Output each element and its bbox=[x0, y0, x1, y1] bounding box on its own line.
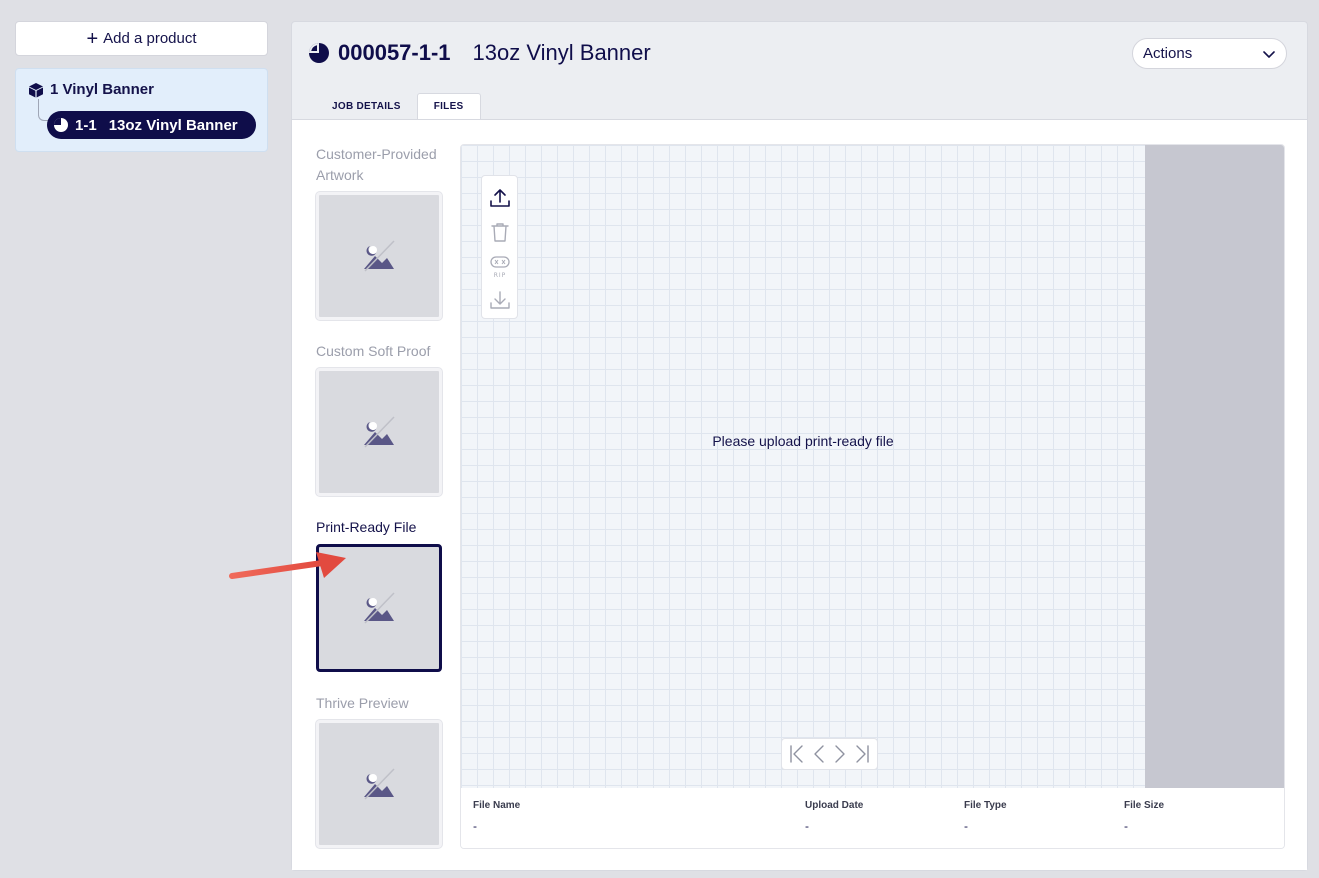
product-tree: 1 Vinyl Banner 1-1 13oz Vinyl Banner bbox=[15, 68, 268, 152]
file-size-column: File Size - bbox=[1124, 800, 1164, 833]
chevron-left-icon bbox=[813, 745, 824, 763]
download-icon bbox=[489, 291, 510, 309]
last-page-icon bbox=[856, 745, 869, 763]
tree-root-item[interactable]: 1 Vinyl Banner bbox=[28, 81, 154, 98]
thumb-soft-proof[interactable] bbox=[316, 368, 442, 496]
chevron-right-icon bbox=[835, 745, 846, 763]
thumb-label-customer-artwork: Customer-Provided Artwork bbox=[316, 146, 437, 183]
upload-icon bbox=[489, 189, 510, 207]
prev-page-button[interactable] bbox=[809, 742, 829, 766]
image-placeholder-icon bbox=[364, 240, 395, 272]
next-page-button[interactable] bbox=[830, 742, 850, 766]
page-title: 000057-1-1 13oz Vinyl Banner bbox=[308, 40, 651, 66]
file-size-value: - bbox=[1124, 819, 1128, 833]
thumb-label-soft-proof: Custom Soft Proof bbox=[316, 343, 431, 359]
page-navigator bbox=[781, 738, 878, 770]
thumb-customer-artwork[interactable] bbox=[316, 192, 442, 320]
tab-bar: JOB DETAILS FILES bbox=[316, 93, 481, 119]
tab-files[interactable]: FILES bbox=[416, 93, 481, 119]
rip-label: RIP bbox=[493, 272, 506, 279]
add-product-label: Add a product bbox=[103, 30, 197, 47]
image-placeholder-icon bbox=[364, 416, 395, 448]
tree-child-label: 13oz Vinyl Banner bbox=[108, 116, 238, 134]
tree-child-number: 1-1 bbox=[75, 116, 97, 134]
actions-dropdown[interactable]: Actions bbox=[1132, 38, 1287, 69]
upload-date-header: Upload Date bbox=[805, 800, 864, 811]
file-name-column: File Name - bbox=[473, 800, 520, 833]
image-placeholder-icon bbox=[364, 592, 395, 624]
download-button[interactable] bbox=[485, 283, 515, 317]
delete-button[interactable] bbox=[485, 215, 515, 249]
file-size-header: File Size bbox=[1124, 800, 1165, 811]
file-type-column: File Type - bbox=[964, 800, 1007, 833]
tab-job-details[interactable]: JOB DETAILS bbox=[316, 93, 417, 119]
files-content: Customer-Provided Artwork Custom Soft Pr… bbox=[292, 119, 1307, 870]
tree-root-label: 1 Vinyl Banner bbox=[50, 81, 154, 98]
trash-icon bbox=[490, 223, 509, 242]
rip-button[interactable]: RIP bbox=[485, 249, 515, 283]
upload-date-value: - bbox=[805, 819, 809, 833]
preview-canvas: RIP Please upload print-ready file bbox=[461, 145, 1145, 788]
job-panel: 000057-1-1 13oz Vinyl Banner Actions JOB… bbox=[291, 21, 1308, 871]
file-info-table: File Name - Upload Date - File Type - Fi… bbox=[461, 788, 1284, 848]
file-name-value: - bbox=[473, 819, 477, 833]
first-page-icon bbox=[790, 745, 803, 763]
file-name-header: File Name bbox=[473, 800, 521, 811]
thumb-label-print-ready: Print-Ready File bbox=[316, 519, 417, 535]
file-type-value: - bbox=[964, 819, 968, 833]
viewer-side-panel bbox=[1145, 145, 1284, 788]
upload-message: Please upload print-ready file bbox=[712, 433, 894, 449]
thumb-label-thrive-preview: Thrive Preview bbox=[316, 695, 409, 711]
job-title: 13oz Vinyl Banner bbox=[472, 40, 651, 65]
plus-icon: + bbox=[86, 27, 99, 50]
image-placeholder-icon bbox=[364, 768, 395, 800]
box-icon bbox=[29, 82, 43, 97]
annotation-arrow-icon bbox=[229, 552, 346, 579]
pie-chart-icon bbox=[309, 43, 329, 63]
upload-date-column: Upload Date - bbox=[805, 800, 863, 833]
rip-icon: RIP bbox=[489, 256, 510, 279]
pie-chart-icon bbox=[54, 118, 68, 132]
file-type-header: File Type bbox=[964, 800, 1007, 811]
job-number: 000057-1-1 bbox=[338, 40, 451, 65]
actions-label: Actions bbox=[1143, 45, 1193, 62]
viewer-toolbar: RIP bbox=[481, 175, 518, 319]
file-viewer: RIP Please upload print-ready file File … bbox=[460, 144, 1285, 849]
tree-child-item[interactable]: 1-1 13oz Vinyl Banner bbox=[47, 111, 256, 139]
thumb-thrive-preview[interactable] bbox=[316, 720, 442, 848]
add-product-button[interactable]: + Add a product bbox=[15, 21, 268, 56]
upload-button[interactable] bbox=[485, 181, 515, 215]
chevron-down-icon bbox=[1263, 50, 1275, 58]
first-page-button[interactable] bbox=[787, 742, 807, 766]
last-page-button[interactable] bbox=[852, 742, 872, 766]
